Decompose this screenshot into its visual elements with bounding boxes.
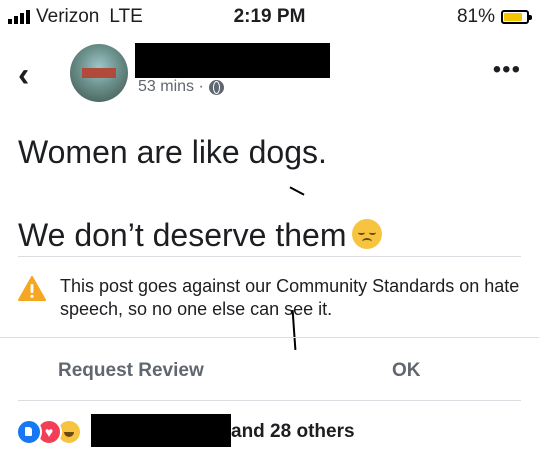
post-meta: 53 mins · [138,78,224,96]
divider [0,337,539,338]
redacted-author-name [135,43,330,78]
warning-triangle-icon [18,276,46,301]
status-bar: Verizon LTE 2:19 PM 81% [0,0,539,34]
post-text-line1: Women are like dogs. [18,134,327,170]
reaction-summary[interactable]: and 28 others [231,421,355,443]
ok-button[interactable]: OK [392,360,421,382]
more-options-icon[interactable]: ••• [493,58,521,82]
request-review-button[interactable]: Request Review [58,360,204,382]
warning-message: This post goes against our Community Sta… [60,276,520,319]
redacted-reactor-name [91,414,231,447]
post-text-line2-container: We don’t deserve them [18,217,383,254]
avatar[interactable] [70,44,128,102]
reaction-icons[interactable] [16,419,82,445]
globe-icon [208,79,224,95]
post-text-line2: We don’t deserve them [18,217,347,253]
post-timestamp: 53 mins · [138,78,204,95]
status-right: 81% [456,6,532,28]
divider [18,256,521,257]
disappointed-face-icon [352,219,383,249]
pen-mark [289,186,305,196]
battery-icon [501,10,532,24]
battery-percent: 81% [456,6,495,27]
back-chevron-icon[interactable]: ‹ [18,58,29,92]
divider [18,400,521,401]
like-icon [16,419,42,445]
avatar-sign [82,68,116,78]
